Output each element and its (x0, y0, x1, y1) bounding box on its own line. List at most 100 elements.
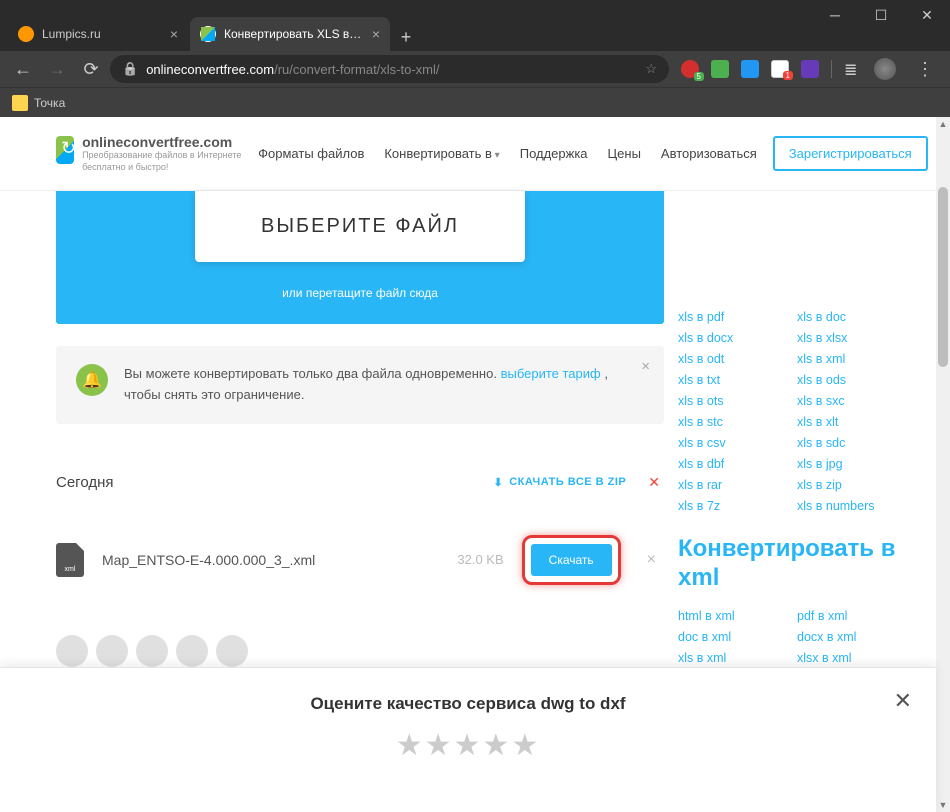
conversion-link[interactable]: pdf в xml (797, 609, 906, 623)
conversion-link[interactable]: xls в ods (797, 373, 906, 387)
today-section-header: Сегодня ⬇ СКАЧАТЬ ВСЕ В ZIP ✕ (56, 474, 664, 491)
window-titlebar (0, 0, 950, 15)
extension-icon[interactable]: 5 (681, 60, 699, 78)
notice-close-button[interactable]: × (641, 358, 650, 375)
rating-stars[interactable]: ★★★★★ (396, 728, 540, 763)
tab-close-icon[interactable]: × (372, 26, 380, 42)
bookmark-folder-icon (12, 95, 28, 111)
scrollbar-down-icon[interactable]: ▼ (936, 798, 950, 812)
nav-support[interactable]: Поддержка (520, 146, 588, 161)
nav-formats[interactable]: Форматы файлов (258, 146, 364, 161)
window-maximize[interactable]: ☐ (858, 0, 904, 30)
bookmark-item[interactable]: Точка (34, 96, 65, 110)
lock-icon: 🔒 (122, 61, 138, 77)
window-minimize[interactable]: ─ (812, 0, 858, 30)
nav-back-button[interactable]: ← (8, 54, 38, 84)
conversion-link[interactable]: html в xml (678, 609, 787, 623)
upload-zone[interactable]: ВЫБЕРИТЕ ФАЙЛ или перетащите файл сюда (56, 191, 664, 324)
nav-reload-button[interactable]: ⟳ (76, 54, 106, 84)
rating-close-button[interactable]: ✕ (894, 688, 912, 714)
favicon-icon (200, 26, 216, 42)
conversion-link[interactable]: xls в odt (678, 352, 787, 366)
brand-tagline: Преобразование файлов в Интернете беспла… (82, 150, 242, 173)
conversion-link[interactable]: xls в jpg (797, 457, 906, 471)
conversion-link[interactable]: xls в xml (797, 352, 906, 366)
window-close[interactable]: ✕ (904, 0, 950, 30)
conversion-link[interactable]: xls в csv (678, 436, 787, 450)
download-all-zip-button[interactable]: ⬇ СКАЧАТЬ ВСЕ В ZIP (494, 476, 627, 489)
share-icon[interactable] (96, 635, 128, 667)
conversion-link[interactable]: xls в pdf (678, 310, 787, 324)
conversion-link[interactable]: doc в xml (678, 630, 787, 644)
nav-prices[interactable]: Цены (608, 146, 641, 161)
conversion-link[interactable]: xls в xlsx (797, 331, 906, 345)
sidebar-heading: Конвертировать в xml (678, 535, 906, 593)
share-icon[interactable] (216, 635, 248, 667)
choose-file-button[interactable]: ВЫБЕРИТЕ ФАЙЛ (195, 191, 525, 262)
limit-notice: 🔔 Вы можете конвертировать только два фа… (56, 346, 664, 424)
share-icon[interactable] (176, 635, 208, 667)
conversion-link[interactable]: xls в sdc (797, 436, 906, 450)
conversion-link[interactable]: xls в docx (678, 331, 787, 345)
site-logo[interactable]: onlineconvertfree.com Преобразование фай… (56, 134, 242, 173)
clear-today-button[interactable]: ✕ (648, 474, 664, 491)
share-icon[interactable] (56, 635, 88, 667)
vertical-scrollbar[interactable]: ▲ ▼ (936, 117, 950, 812)
nav-login[interactable]: Авторизоваться (661, 146, 757, 161)
file-remove-button[interactable]: × (639, 551, 664, 569)
extension-icon[interactable] (801, 60, 819, 78)
nav-forward-button[interactable]: → (42, 54, 72, 84)
conversion-link[interactable]: xls в rar (678, 478, 787, 492)
main-nav: Форматы файлов Конвертировать в Поддержк… (258, 146, 757, 161)
conversion-link[interactable]: xls в xml (678, 651, 787, 665)
bookmark-star-icon[interactable]: ☆ (645, 61, 657, 77)
brand-name: onlineconvertfree.com (82, 134, 242, 150)
extension-icon[interactable] (711, 60, 729, 78)
conversion-link[interactable]: xls в numbers (797, 499, 906, 513)
profile-avatar[interactable] (874, 58, 896, 80)
download-button[interactable]: Скачать (531, 544, 612, 576)
tab-bar: Lumpics.ru × Конвертировать XLS в XML он… (0, 15, 950, 51)
drag-hint: или перетащите файл сюда (56, 286, 664, 300)
conversion-link[interactable]: docx в xml (797, 630, 906, 644)
scrollbar-up-icon[interactable]: ▲ (936, 117, 950, 131)
scrollbar-thumb[interactable] (938, 187, 948, 367)
today-label: Сегодня (56, 474, 114, 491)
logo-icon (56, 136, 74, 164)
extension-icon[interactable]: 1 (771, 60, 789, 78)
reading-list-icon[interactable]: ≣ (844, 60, 862, 78)
conversion-link[interactable]: xls в txt (678, 373, 787, 387)
conversion-link[interactable]: xls в ots (678, 394, 787, 408)
share-icon[interactable] (136, 635, 168, 667)
rating-title: Оцените качество сервиса dwg to dxf (310, 694, 625, 714)
new-tab-button[interactable]: + (392, 23, 420, 51)
tab-onlineconvertfree[interactable]: Конвертировать XLS в XML онл × (190, 17, 390, 51)
conversion-link[interactable]: xls в xlt (797, 415, 906, 429)
tab-title: Конвертировать XLS в XML онл (224, 27, 364, 41)
url-domain: onlineconvertfree.com (146, 62, 274, 77)
file-size: 32.0 KB (457, 552, 503, 567)
file-row: xml Map_ENTSO-E-4.000.000_3_.xml 32.0 KB… (56, 527, 664, 593)
conversion-link[interactable]: xls в doc (797, 310, 906, 324)
tab-lumpics[interactable]: Lumpics.ru × (8, 17, 188, 51)
conversion-link[interactable]: xls в stc (678, 415, 787, 429)
url-path: /ru/convert-format/xls-to-xml/ (274, 62, 439, 77)
tab-close-icon[interactable]: × (170, 26, 178, 42)
extensions: 5 1 ≣ (673, 58, 904, 80)
conversion-link[interactable]: xls в 7z (678, 499, 787, 513)
browser-menu-button[interactable]: ⋮ (908, 59, 942, 80)
conversion-link[interactable]: xls в sxc (797, 394, 906, 408)
file-type-icon: xml (56, 543, 84, 577)
nav-convert-to[interactable]: Конвертировать в (384, 146, 499, 161)
conversion-link[interactable]: xlsx в xml (797, 651, 906, 665)
address-bar: ← → ⟳ 🔒 onlineconvertfree.com/ru/convert… (0, 51, 950, 87)
rating-panel: Оцените качество сервиса dwg to dxf ★★★★… (0, 667, 936, 812)
url-input[interactable]: 🔒 onlineconvertfree.com/ru/convert-forma… (110, 55, 669, 83)
choose-plan-link[interactable]: выберите тариф (501, 366, 601, 381)
conversion-link[interactable]: xls в dbf (678, 457, 787, 471)
register-button[interactable]: Зарегистрироваться (773, 136, 928, 171)
extension-icon[interactable] (741, 60, 759, 78)
conversion-link[interactable]: xls в zip (797, 478, 906, 492)
tab-title: Lumpics.ru (42, 27, 162, 41)
site-header: onlineconvertfree.com Преобразование фай… (0, 117, 936, 191)
